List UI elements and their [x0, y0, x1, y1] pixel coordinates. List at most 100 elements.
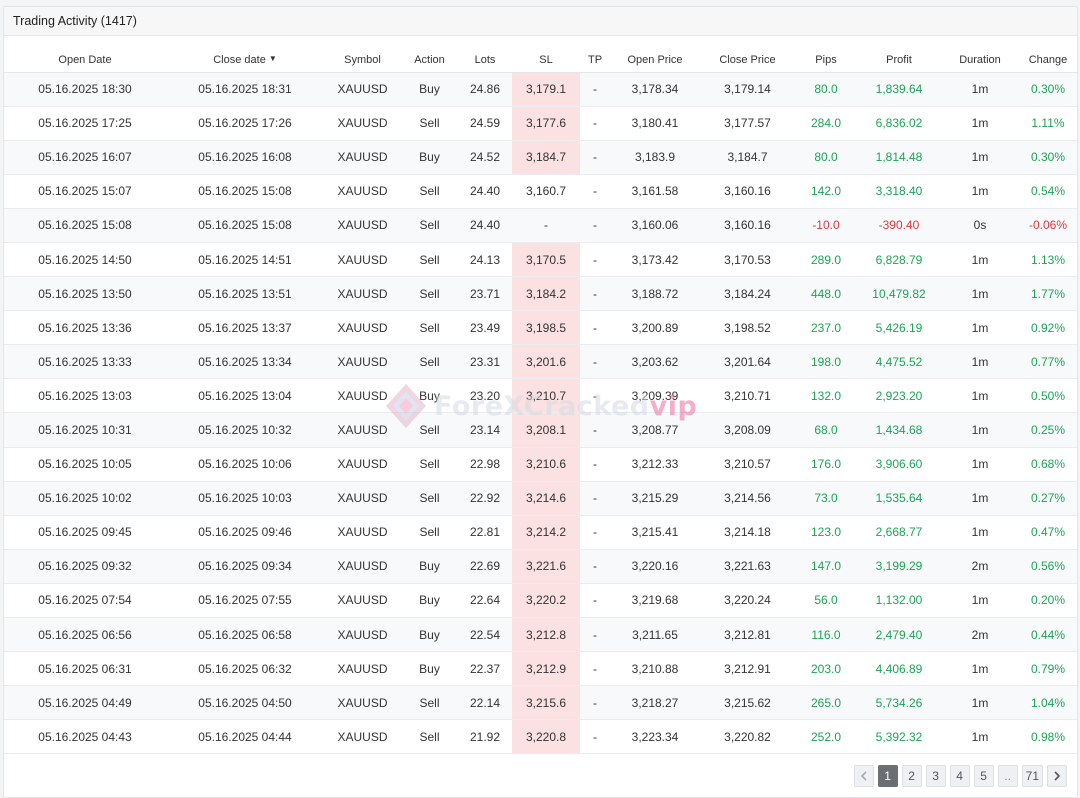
- cell-action: Sell: [401, 447, 458, 482]
- cell-profit: 6,828.79: [857, 242, 941, 278]
- cell-duration: 1m: [941, 447, 1019, 482]
- column-header-close-date[interactable]: Close date ▼: [166, 36, 324, 73]
- column-header-symbol[interactable]: Symbol: [324, 36, 401, 73]
- column-header-label: TP: [587, 53, 603, 66]
- column-header-label: Close Price: [719, 53, 776, 66]
- cell-profit: 5,426.19: [857, 310, 941, 346]
- page-button-71[interactable]: 71: [1021, 765, 1043, 787]
- cell-open-price: 3,173.42: [610, 242, 700, 278]
- cell-duration: 1m: [941, 719, 1019, 755]
- column-header-change[interactable]: Change: [1019, 36, 1077, 73]
- cell-change: 0.68%: [1019, 447, 1077, 482]
- column-header-tp[interactable]: TP: [580, 36, 610, 73]
- cell-close-price: 3,170.53: [700, 242, 795, 278]
- cell-tp: -: [580, 242, 610, 278]
- cell-close-date: 05.16.2025 10:06: [166, 447, 324, 482]
- cell-close-price: 3,221.63: [700, 549, 795, 584]
- cell-action: Buy: [401, 583, 458, 619]
- cell-tp: -: [580, 174, 610, 209]
- cell-tp: -: [580, 276, 610, 312]
- cell-symbol: XAUUSD: [324, 549, 401, 584]
- page-button-3[interactable]: 3: [925, 765, 946, 787]
- cell-tp: -: [580, 140, 610, 175]
- prev-page-button[interactable]: [853, 765, 874, 787]
- chevron-left-icon: [860, 771, 867, 781]
- cell-close-date: 05.16.2025 13:04: [166, 378, 324, 414]
- cell-pips: 56.0: [795, 583, 857, 619]
- cell-profit: 3,199.29: [857, 549, 941, 584]
- cell-lots: 23.14: [458, 412, 512, 448]
- cell-profit: 2,668.77: [857, 515, 941, 550]
- cell-change: 0.77%: [1019, 344, 1077, 380]
- table-row: 05.16.2025 09:45 05.16.2025 09:46 XAUUSD Se…: [4, 515, 1077, 550]
- cell-close-price: 3,201.64: [700, 344, 795, 380]
- column-header-label: Pips: [815, 53, 837, 66]
- cell-symbol: XAUUSD: [324, 685, 401, 721]
- cell-open-date: 05.16.2025 13:36: [4, 310, 166, 346]
- cell-symbol: XAUUSD: [324, 106, 401, 141]
- page-button-2[interactable]: 2: [901, 765, 922, 787]
- caret-down-icon: ▼: [268, 53, 277, 63]
- cell-open-date: 05.16.2025 18:30: [4, 72, 166, 107]
- table-row: 05.16.2025 13:36 05.16.2025 13:37 XAUUSD Se…: [4, 310, 1077, 346]
- cell-open-price: 3,210.88: [610, 651, 700, 687]
- cell-change: 0.30%: [1019, 72, 1077, 107]
- column-header-label: Profit: [886, 53, 912, 66]
- column-header-duration[interactable]: Duration: [941, 36, 1019, 73]
- cell-sl: 3,220.8: [512, 719, 580, 755]
- table-row: 05.16.2025 09:32 05.16.2025 09:34 XAUUSD Bu…: [4, 549, 1077, 584]
- cell-action: Sell: [401, 685, 458, 721]
- cell-open-date: 05.16.2025 07:54: [4, 583, 166, 619]
- cell-lots: 23.71: [458, 276, 512, 312]
- page-button-1[interactable]: 1: [877, 765, 898, 787]
- cell-change: 0.54%: [1019, 174, 1077, 209]
- cell-close-price: 3,220.24: [700, 583, 795, 619]
- column-header-open-price[interactable]: Open Price: [610, 36, 700, 73]
- column-header-label: Change: [1028, 53, 1068, 66]
- cell-duration: 1m: [941, 276, 1019, 312]
- cell-lots: 23.31: [458, 344, 512, 380]
- column-header-pips[interactable]: Pips: [795, 36, 857, 73]
- cell-pips: -10.0: [795, 208, 857, 243]
- cell-action: Sell: [401, 481, 458, 516]
- cell-change: 0.44%: [1019, 617, 1077, 653]
- page-button-4[interactable]: 4: [949, 765, 970, 787]
- cell-profit: 1,839.64: [857, 72, 941, 107]
- next-page-button[interactable]: [1047, 765, 1067, 787]
- pagination: 1 2 3 4 5.. 71: [853, 765, 1067, 787]
- column-header-sl[interactable]: SL: [512, 36, 580, 73]
- cell-lots: 22.98: [458, 447, 512, 482]
- cell-symbol: XAUUSD: [324, 719, 401, 755]
- cell-lots: 22.69: [458, 549, 512, 584]
- cell-close-price: 3,208.09: [700, 412, 795, 448]
- cell-open-price: 3,218.27: [610, 685, 700, 721]
- column-header-open-date[interactable]: Open Date: [4, 36, 166, 73]
- cell-duration: 1m: [941, 106, 1019, 141]
- cell-pips: 116.0: [795, 617, 857, 653]
- cell-duration: 1m: [941, 344, 1019, 380]
- cell-change: 0.98%: [1019, 719, 1077, 755]
- cell-change: 0.50%: [1019, 378, 1077, 414]
- column-header-profit[interactable]: Profit: [857, 36, 941, 73]
- cell-open-date: 05.16.2025 04:43: [4, 719, 166, 755]
- cell-duration: 1m: [941, 515, 1019, 550]
- cell-lots: 24.86: [458, 72, 512, 107]
- cell-change: 1.04%: [1019, 685, 1077, 721]
- cell-duration: 1m: [941, 140, 1019, 175]
- column-header-label: Open Date: [58, 53, 112, 66]
- cell-open-date: 05.16.2025 10:05: [4, 447, 166, 482]
- column-header-lots[interactable]: Lots: [458, 36, 512, 73]
- cell-profit: 2,923.20: [857, 378, 941, 414]
- cell-close-price: 3,179.14: [700, 72, 795, 107]
- column-header-close-price[interactable]: Close Price: [700, 36, 795, 73]
- page-button-5[interactable]: 5: [973, 765, 994, 787]
- cell-profit: 1,535.64: [857, 481, 941, 516]
- table-header: Open Date Close date ▼ Symbol Action Lots SL TP…: [4, 36, 1077, 73]
- cell-close-date: 05.16.2025 09:46: [166, 515, 324, 550]
- cell-tp: -: [580, 685, 610, 721]
- cell-action: Buy: [401, 72, 458, 107]
- cell-open-price: 3,161.58: [610, 174, 700, 209]
- cell-profit: 1,814.48: [857, 140, 941, 175]
- page-ellipsis: ..: [997, 765, 1018, 787]
- column-header-action[interactable]: Action: [401, 36, 458, 73]
